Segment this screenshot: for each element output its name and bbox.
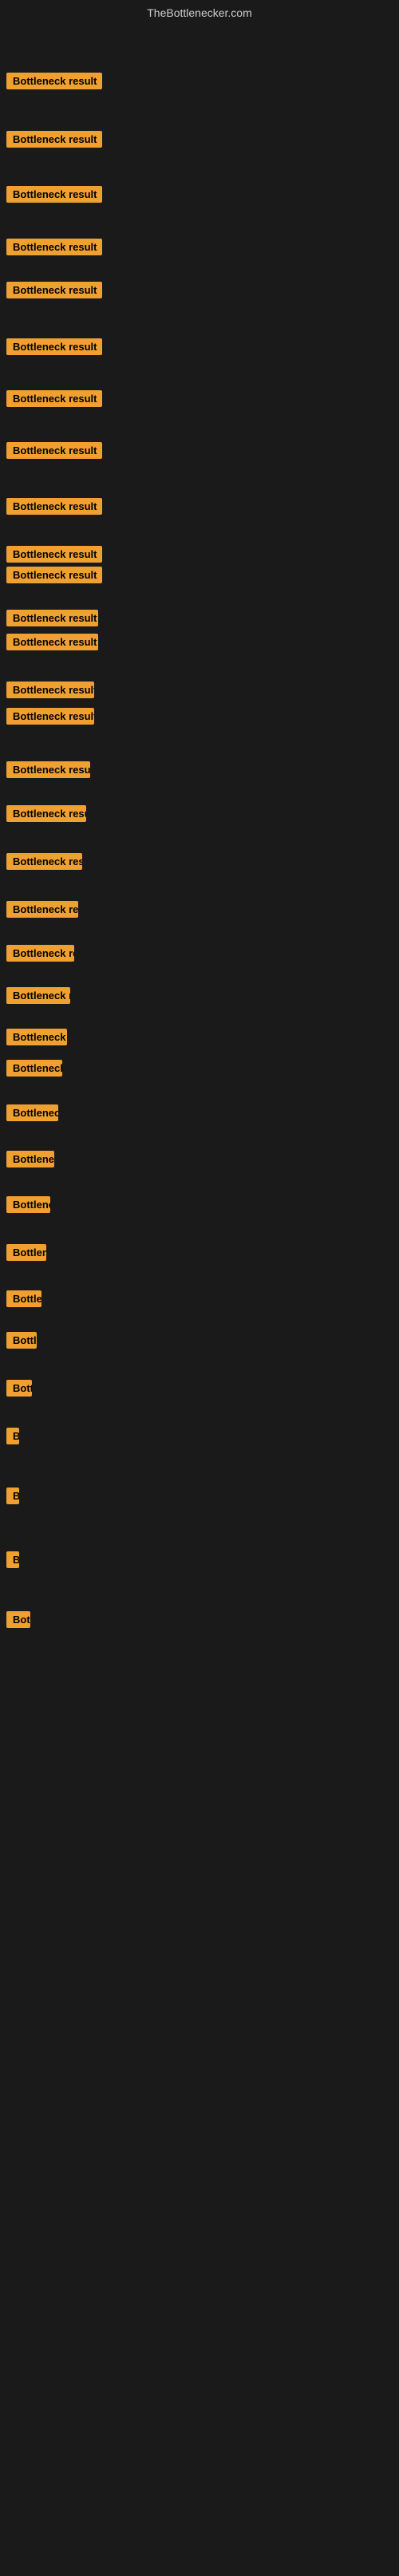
- list-item: Bottleneck result: [3, 1191, 53, 1222]
- list-item: Bottleneck result: [3, 757, 93, 787]
- bottleneck-result-badge[interactable]: Bottleneck result: [6, 708, 94, 725]
- list-item: Bottleneck result: [3, 181, 105, 211]
- list-item: Bottleneck result: [3, 940, 77, 970]
- list-item: Bottleneck result: [3, 848, 85, 879]
- list-item: Bottleneck result: [3, 1547, 22, 1577]
- bottleneck-result-badge[interactable]: Bottleneck result: [6, 987, 70, 1004]
- list-item: Bottleneck result: [3, 1100, 61, 1130]
- list-item: Bottleneck result: [3, 1327, 40, 1357]
- bottleneck-result-badge[interactable]: Bottleneck result: [6, 1196, 50, 1213]
- list-item: Bottleneck result: [3, 1375, 35, 1405]
- bottleneck-result-badge[interactable]: Bottleneck result: [6, 73, 102, 89]
- list-item: Bottleneck result: [3, 493, 105, 523]
- list-item: Bottleneck result: [3, 562, 105, 592]
- bottleneck-result-badge[interactable]: Bottleneck result: [6, 1488, 19, 1504]
- bottleneck-result-badge[interactable]: B: [6, 1428, 19, 1444]
- list-item: Bottleneck result: [3, 277, 105, 307]
- bottleneck-result-badge[interactable]: Bottleneck result: [6, 761, 90, 778]
- bottleneck-result-badge[interactable]: Bottleneck result: [6, 498, 102, 515]
- list-item: Bottleneck result: [3, 703, 97, 733]
- list-item: Bottleneck result: [3, 234, 105, 264]
- list-item: Bottleneck result: [3, 800, 89, 831]
- list-item: Bottleneck result: [3, 385, 105, 416]
- list-item: Bottleneck result: [3, 1286, 45, 1316]
- bottleneck-result-badge[interactable]: Bottleneck result: [6, 1244, 46, 1261]
- bottleneck-result-badge[interactable]: Bottleneck result: [6, 546, 102, 563]
- bottleneck-result-badge[interactable]: Bottleneck result: [6, 239, 102, 255]
- list-item: Bottleneck result: [3, 334, 105, 364]
- bottleneck-result-badge[interactable]: Bottleneck result: [6, 805, 86, 822]
- bottleneck-result-badge[interactable]: Bottleneck result: [6, 1380, 32, 1397]
- bottleneck-result-badge[interactable]: Bottleneck result: [6, 945, 74, 962]
- list-item: Bottleneck result: [3, 982, 73, 1013]
- bottleneck-result-badge[interactable]: Bottleneck result: [6, 682, 94, 698]
- list-item: Bottleneck result: [3, 629, 101, 659]
- list-item: Bottleneck result: [3, 437, 105, 468]
- bottleneck-result-badge[interactable]: Bottleneck result: [6, 442, 102, 459]
- bottleneck-result-badge[interactable]: Bottleneck result: [6, 1551, 19, 1568]
- list-item: Bott: [3, 1606, 34, 1637]
- bottleneck-result-badge[interactable]: Bottleneck result: [6, 1290, 41, 1307]
- bottleneck-result-badge[interactable]: Bottleneck result: [6, 567, 102, 583]
- bottleneck-result-badge[interactable]: Bottleneck result: [6, 1060, 62, 1077]
- list-item: Bottleneck result: [3, 1239, 49, 1270]
- bottleneck-result-badge[interactable]: Bottleneck result: [6, 901, 78, 918]
- bottleneck-result-badge[interactable]: Bottleneck result: [6, 131, 102, 148]
- bottleneck-result-badge[interactable]: Bottleneck result: [6, 634, 98, 650]
- list-item: Bottleneck result: [3, 68, 105, 98]
- bottleneck-result-badge[interactable]: Bottleneck result: [6, 610, 98, 626]
- bottleneck-result-badge[interactable]: Bottleneck result: [6, 1151, 54, 1167]
- list-item: B: [3, 1423, 22, 1453]
- site-header: TheBottlenecker.com: [0, 0, 399, 22]
- bottleneck-result-badge[interactable]: Bottleneck result: [6, 1104, 58, 1121]
- bottleneck-result-badge[interactable]: Bottleneck result: [6, 1029, 67, 1045]
- bottleneck-result-badge[interactable]: Bottleneck result: [6, 282, 102, 298]
- bottleneck-result-badge[interactable]: Bott: [6, 1611, 30, 1628]
- bottleneck-result-badge[interactable]: Bottleneck result: [6, 186, 102, 203]
- list-item: Bottleneck result: [3, 896, 81, 926]
- bottleneck-result-badge[interactable]: Bottleneck result: [6, 338, 102, 355]
- bottleneck-result-badge[interactable]: Bottleneck result: [6, 853, 82, 870]
- list-item: Bottleneck result: [3, 1483, 22, 1513]
- list-item: Bottleneck result: [3, 126, 105, 156]
- list-item: Bottleneck result: [3, 1055, 65, 1085]
- list-item: Bottleneck result: [3, 1024, 70, 1054]
- list-item: Bottleneck result: [3, 1146, 57, 1176]
- bottleneck-result-badge[interactable]: Bottleneck result: [6, 390, 102, 407]
- bottleneck-result-badge[interactable]: Bottleneck result: [6, 1332, 37, 1349]
